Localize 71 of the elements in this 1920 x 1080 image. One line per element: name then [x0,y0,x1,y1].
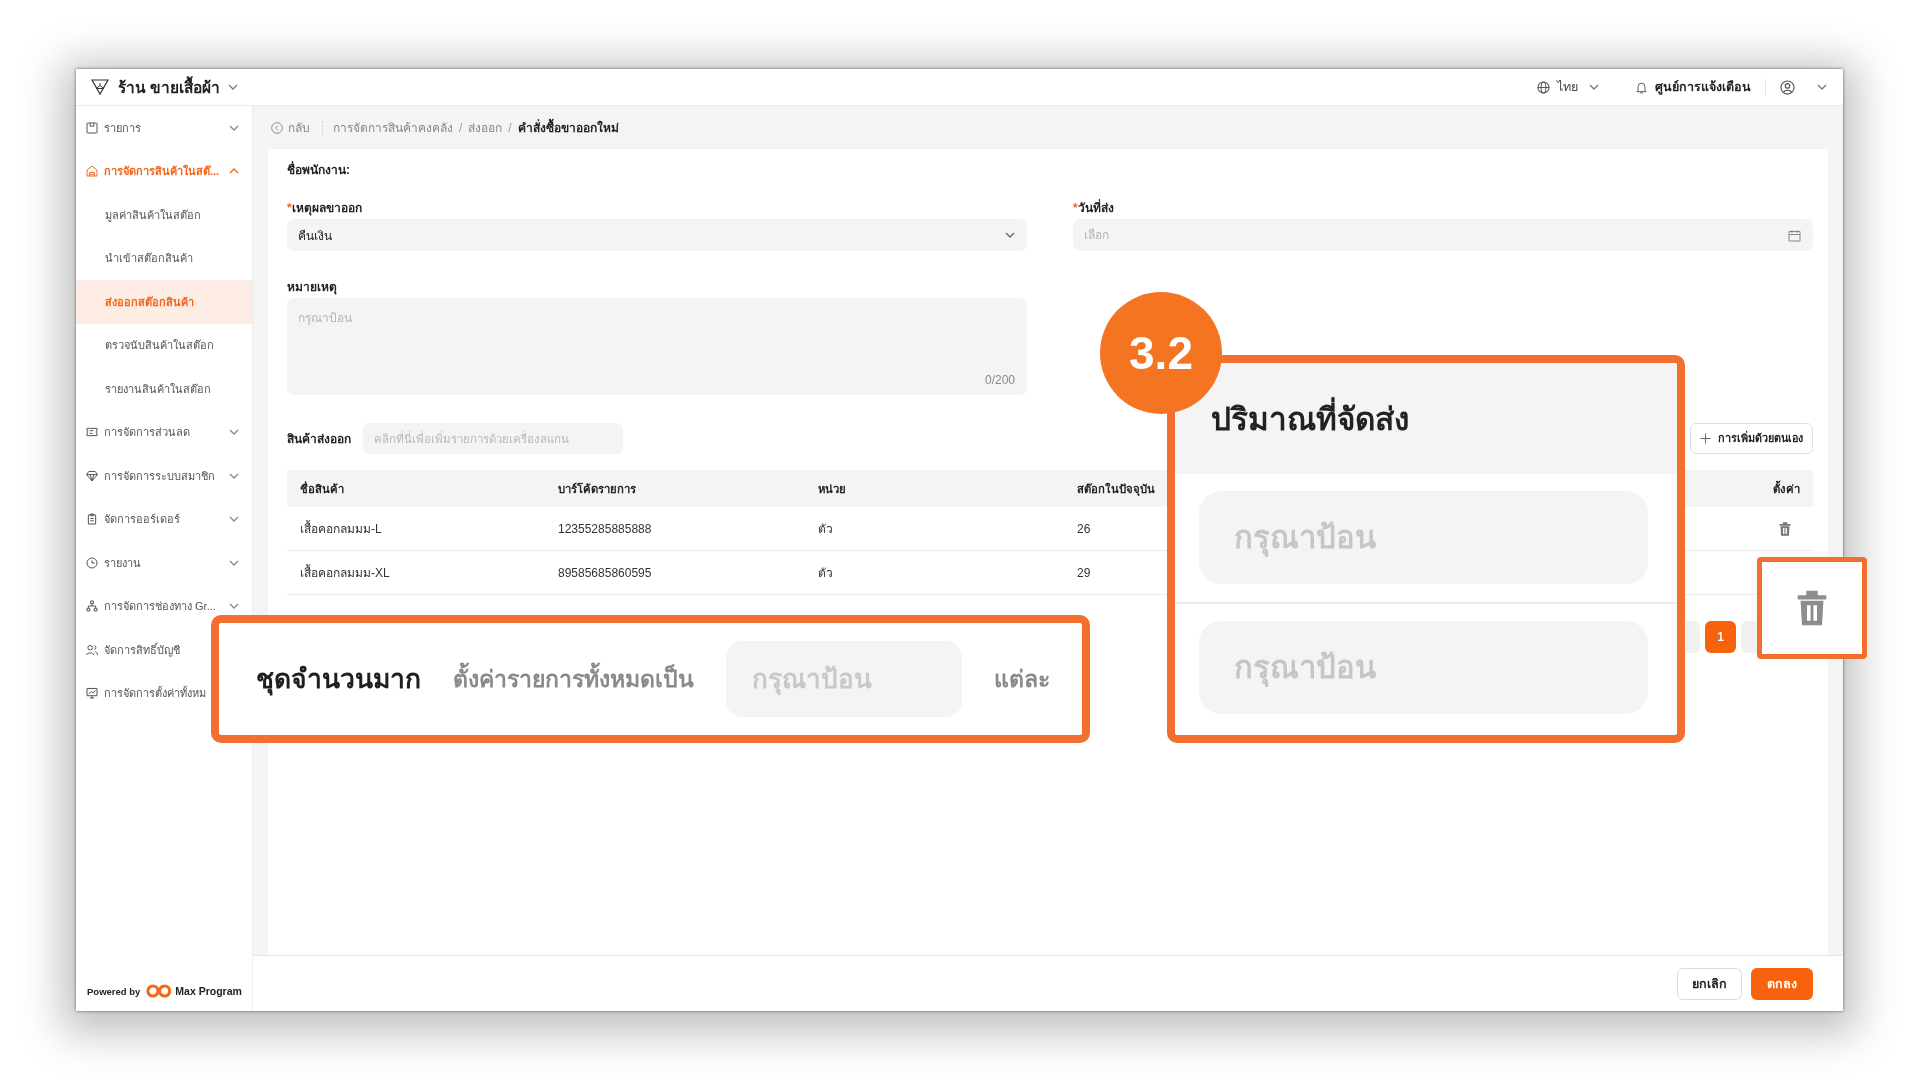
date-field[interactable]: เลือก [1073,219,1813,251]
field-label: หมายเหตุ [287,279,338,296]
chevron-down-icon [1589,84,1599,90]
table-cell-text: 26 [1076,521,1092,536]
char-counter: 0/200 [984,373,1015,387]
sidebar-item[interactable]: จัดการสิทธิ์บัญชี [76,628,180,672]
table-cell-text: 29 [1076,565,1092,580]
field-label: *เหตุผลขาออก [287,200,363,217]
store-logo-icon [91,78,109,96]
callout-text: แต่ละ [994,665,1050,694]
column-header: ตั้งค่า [1772,479,1801,497]
callout-text: ตั้งค่ารายการทั้งหมดเป็น [453,661,694,697]
sidebar-subitem[interactable]: ตรวจนับสินค้าในสต๊อก [76,323,252,367]
table-cell-text: เสื้อคอกลมมม-XL [299,563,391,582]
powered-by-label: Powered by [87,985,141,997]
monitor-chart-icon [86,687,98,700]
column-header: ชื่อสินค้า [299,480,345,497]
sidebar-subitem[interactable]: รายงานสินค้าในสต๊อก [76,367,252,411]
chevron-down-icon [1817,84,1827,90]
sidebar-item[interactable]: รายงาน [76,541,252,585]
employee-label: ชื่อพนักงาน: [287,161,351,179]
column-header: หน่วย [817,481,847,497]
warehouse-icon [86,165,98,178]
table-cell-text: 12355285885888 [557,521,653,536]
manual-add-button[interactable]: การเพิ่มด้วยตนเอง [1690,423,1813,454]
cancel-button[interactable]: ยกเลิก [1677,967,1742,1000]
section-label: สินค้าส่งออก [287,431,351,448]
clipboard-icon [86,513,98,526]
globe-icon [1537,80,1550,94]
table-cell-text: เสื้อคอกลมมม-L [299,519,383,538]
sidebar-subitem[interactable]: มูลค่าสินค้าในสต๊อก [76,193,252,237]
store-switcher[interactable]: ร้าน ขายเสื้อผ้า [118,74,239,100]
chevron-down-icon [1005,232,1015,238]
column-header: สต๊อกในปัจจุบัน [1076,481,1156,498]
plus-icon [1700,433,1711,444]
select-field[interactable]: คืนเงิน [287,219,1027,251]
bell-icon [1635,80,1648,94]
callout-title: ชุดจำนวนมาก [256,663,421,698]
sidebar-item[interactable]: การจัดการช่องทาง Gr... [76,584,252,628]
breadcrumb-current: คำสั่งซื้อขาออกใหม่ [517,118,619,137]
notification-button[interactable]: ศูนย์การแจ้งเตือน [1635,77,1751,97]
sidebar-subitem[interactable]: นำเข้าสต๊อกสินค้า [76,236,252,280]
box-icon [86,121,98,134]
sidebar-item[interactable]: การจัดการตั้งค่าทั้งหม [76,671,206,715]
account-button[interactable] [1780,79,1827,95]
scan-field[interactable]: คลิกที่นี่เพื่อเพิ่มรายการด้วยเครื่องสแกน [363,423,623,454]
user-icon [1780,79,1795,95]
language-button[interactable]: ไทย [1537,77,1599,97]
ticket-icon [86,426,98,439]
users-icon [86,643,98,656]
table-cell-text: 89585685860595 [557,565,653,580]
table-cell-text: ตัว [817,521,834,538]
field-label: *วันที่ส่ง [1073,199,1115,217]
sidebar-item[interactable]: รายการ [76,106,252,150]
hierarchy-icon [86,600,98,613]
calendar-icon [1788,229,1801,242]
back-icon [271,121,283,134]
trash-icon [1797,590,1827,626]
table-cell-text: ตัว [817,565,834,582]
clock-icon [86,556,98,569]
gem-icon [86,469,98,482]
sidebar-item[interactable]: การจัดการส่วนลด [76,410,252,454]
trash-icon[interactable] [1779,521,1791,536]
breadcrumb-separator: / [459,120,463,135]
breadcrumb-separator: / [508,120,512,135]
column-header: บาร์โค้ดรายการ [557,481,637,497]
infinity-logo-icon [146,984,173,998]
sidebar-item[interactable]: การจัดการระบบสมาชิก [76,454,252,498]
chevron-down-icon [228,84,239,90]
sidebar-item[interactable]: จัดการออร์เดอร์ [76,497,252,541]
brand-name: Max Program [175,985,242,997]
